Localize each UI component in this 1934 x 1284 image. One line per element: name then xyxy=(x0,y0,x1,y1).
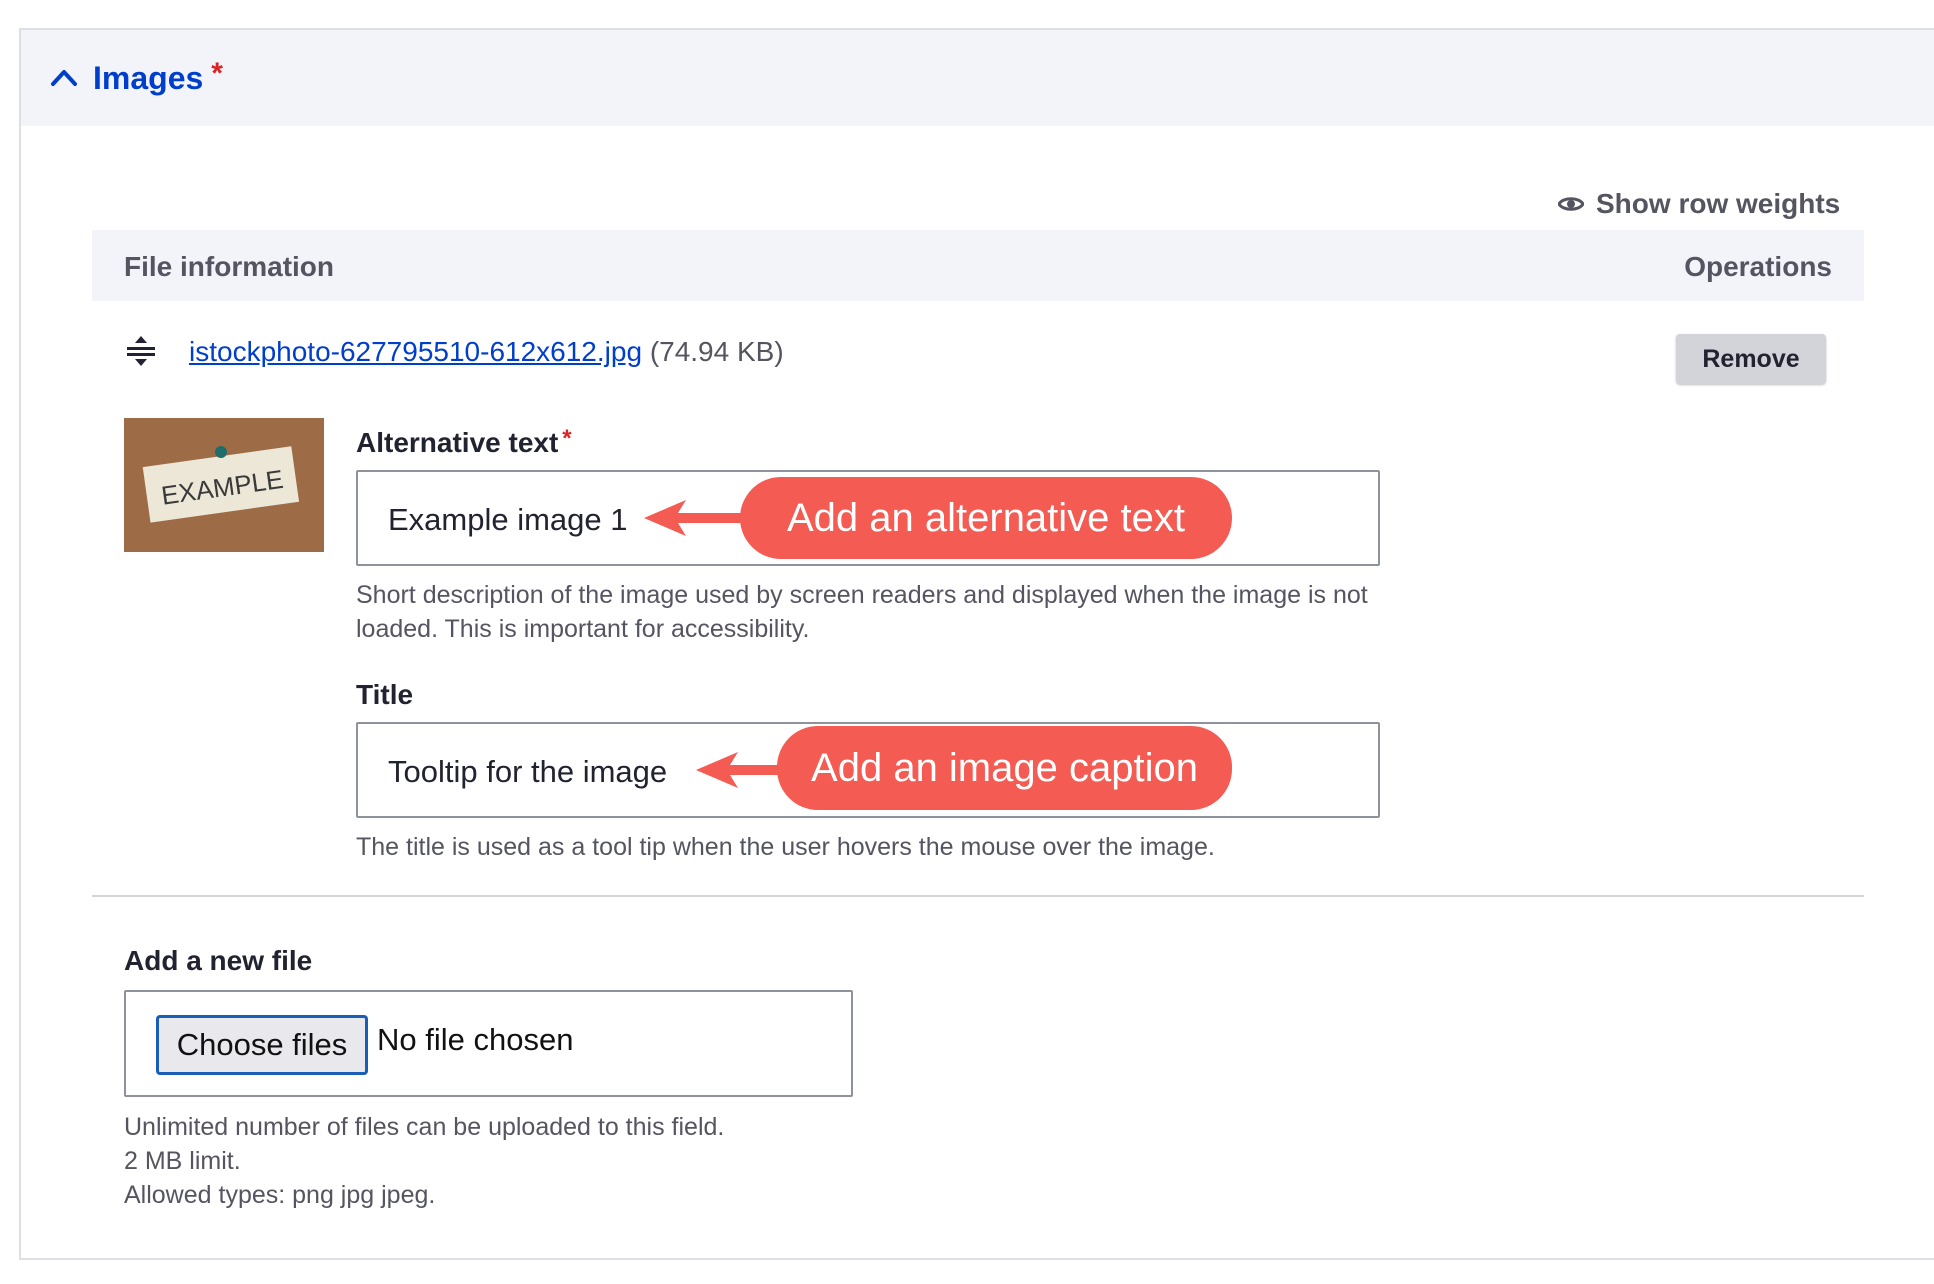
alt-callout-arrow xyxy=(644,500,744,536)
file-link[interactable]: istockphoto-627795510-612x612.jpg xyxy=(189,336,642,367)
alt-text-value: Example image 1 xyxy=(388,502,628,537)
alt-text-description: Short description of the image used by s… xyxy=(356,581,1368,643)
alt-text-label-text: Alternative text xyxy=(356,427,559,458)
show-row-weights-label: Show row weights xyxy=(1596,188,1841,219)
column-operations: Operations xyxy=(1684,251,1832,282)
file-size: (74.94 KB) xyxy=(649,336,784,367)
upload-help-types: Allowed types: png jpg jpeg. xyxy=(124,1181,436,1209)
panel-title-text: Images xyxy=(93,60,204,96)
panel-title[interactable]: Images * xyxy=(93,57,223,97)
file-status: No file chosen xyxy=(377,1022,574,1057)
upload-help-size: 2 MB limit. xyxy=(124,1147,241,1175)
choose-files-button[interactable]: Choose files xyxy=(156,1015,368,1075)
chevron-up-icon[interactable] xyxy=(49,66,79,88)
table-header: File information Operations xyxy=(92,230,1864,301)
show-row-weights-button[interactable]: Show row weights xyxy=(1558,188,1840,220)
image-thumbnail: EXAMPLE xyxy=(124,418,324,552)
required-marker: * xyxy=(211,57,223,90)
file-entry: istockphoto-627795510-612x612.jpg (74.94… xyxy=(189,336,784,368)
add-new-file-label: Add a new file xyxy=(124,945,313,976)
column-file-information: File information xyxy=(124,251,334,282)
alt-required-marker: * xyxy=(562,425,572,452)
divider xyxy=(92,895,1864,897)
eye-icon xyxy=(1558,197,1584,211)
panel-header[interactable]: Images * xyxy=(21,30,1934,126)
drag-handle-icon[interactable] xyxy=(126,334,156,368)
upload-help-count: Unlimited number of files can be uploade… xyxy=(124,1113,725,1141)
title-description: The title is used as a tool tip when the… xyxy=(356,833,1215,861)
title-label: Title xyxy=(356,679,414,710)
title-callout-arrow xyxy=(696,752,786,788)
alt-text-label: Alternative text * xyxy=(356,425,572,459)
alt-callout: Add an alternative text xyxy=(740,477,1232,559)
title-value: Tooltip for the image xyxy=(388,754,668,789)
title-callout: Add an image caption xyxy=(777,726,1232,810)
file-upload-field: Choose files No file chosen xyxy=(124,990,853,1097)
upload-help-text: Unlimited number of files can be uploade… xyxy=(124,1110,724,1212)
remove-button[interactable]: Remove xyxy=(1676,334,1826,384)
